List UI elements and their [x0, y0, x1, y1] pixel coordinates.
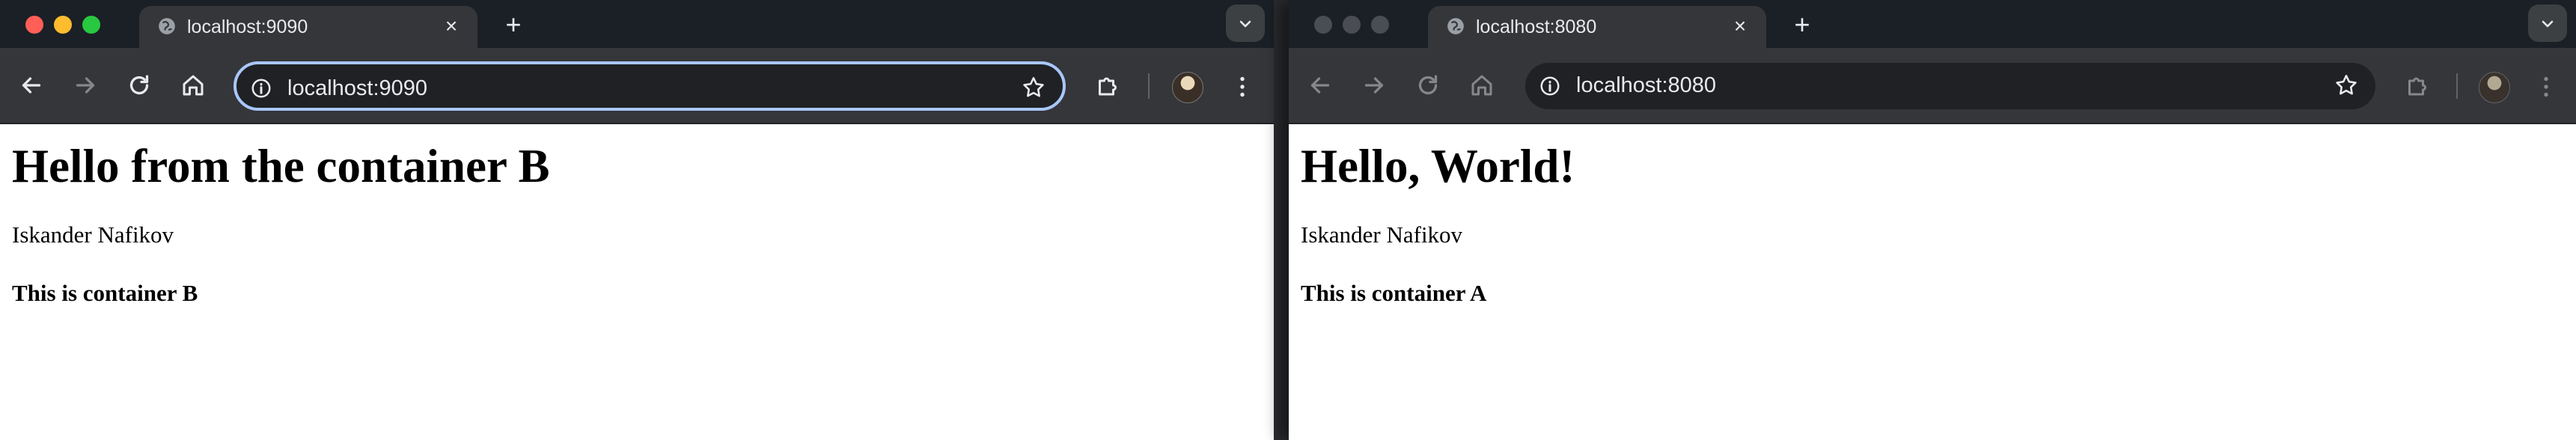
toolbar-divider	[2456, 73, 2458, 99]
tab-title: localhost:8080	[1476, 16, 1597, 37]
browser-toolbar: localhost:9090	[0, 48, 1274, 124]
page-content: Hello from the container B Iskander Nafi…	[0, 124, 1274, 440]
container-label: This is container A	[1301, 280, 1487, 306]
close-window-button[interactable]	[25, 16, 43, 34]
zoom-window-button[interactable]	[1371, 16, 1389, 34]
chevron-down-icon	[2542, 20, 2554, 28]
kebab-icon[interactable]	[1229, 72, 1256, 102]
arrow-left-icon[interactable]	[18, 72, 45, 99]
tab-title: localhost:9090	[187, 16, 308, 37]
new-tab-button[interactable]: +	[500, 11, 527, 39]
chevron-down-icon	[1239, 20, 1251, 28]
address-bar[interactable]: localhost:9090	[234, 61, 1066, 111]
puzzle-icon[interactable]	[2404, 72, 2431, 99]
avatar[interactable]	[1172, 72, 1203, 103]
url-text[interactable]: localhost:9090	[287, 76, 427, 101]
minimize-window-button[interactable]	[1343, 16, 1361, 34]
tab-localhost-8080[interactable]: localhost:8080 ×	[1428, 6, 1766, 48]
page-content: Hello, World! Iskander Nafikov This is c…	[1289, 124, 2576, 440]
reload-icon[interactable]	[1414, 72, 1441, 99]
globe-icon	[159, 18, 175, 34]
close-window-button[interactable]	[1314, 16, 1332, 34]
arrow-right-icon[interactable]	[1361, 72, 1388, 99]
container-label: This is container B	[12, 280, 198, 306]
kebab-icon[interactable]	[2533, 72, 2560, 102]
tab-search-button[interactable]	[1226, 4, 1265, 42]
arrow-left-icon[interactable]	[1307, 72, 1334, 99]
new-tab-button[interactable]: +	[1789, 11, 1816, 39]
window-gap	[1274, 0, 1289, 440]
home-icon[interactable]	[1468, 72, 1495, 99]
tab-localhost-9090[interactable]: localhost:9090 ×	[139, 6, 477, 48]
info-icon[interactable]	[1539, 75, 1561, 97]
reload-icon[interactable]	[126, 72, 153, 99]
url-text[interactable]: localhost:8080	[1576, 73, 1716, 98]
star-icon[interactable]	[2334, 73, 2359, 98]
page-heading: Hello from the container B	[12, 140, 550, 192]
info-icon[interactable]	[250, 77, 272, 100]
close-tab-icon[interactable]: ×	[440, 15, 463, 37]
puzzle-icon[interactable]	[1094, 72, 1121, 99]
author-text: Iskander Nafikov	[12, 221, 174, 248]
zoom-window-button[interactable]	[82, 16, 100, 34]
desktop: localhost:9090 × + localhost:9090 Hello …	[0, 0, 2576, 440]
avatar[interactable]	[2479, 72, 2510, 103]
star-icon[interactable]	[1021, 75, 1046, 100]
globe-icon	[1447, 18, 1464, 34]
tab-strip: localhost:8080 × +	[1289, 0, 2576, 48]
tab-search-button[interactable]	[2528, 4, 2567, 42]
browser-window-left: localhost:9090 × + localhost:9090 Hello …	[0, 0, 1274, 440]
browser-window-right: localhost:8080 × + localhost:8080 Hello,…	[1289, 0, 2576, 440]
browser-toolbar: localhost:8080	[1289, 48, 2576, 124]
arrow-right-icon[interactable]	[72, 72, 99, 99]
home-icon[interactable]	[180, 72, 207, 99]
page-heading: Hello, World!	[1301, 140, 1575, 192]
minimize-window-button[interactable]	[54, 16, 72, 34]
tab-strip: localhost:9090 × +	[0, 0, 1274, 48]
address-bar[interactable]: localhost:8080	[1525, 63, 2375, 109]
close-tab-icon[interactable]: ×	[1729, 15, 1751, 37]
author-text: Iskander Nafikov	[1301, 221, 1463, 248]
toolbar-divider	[1148, 73, 1150, 99]
